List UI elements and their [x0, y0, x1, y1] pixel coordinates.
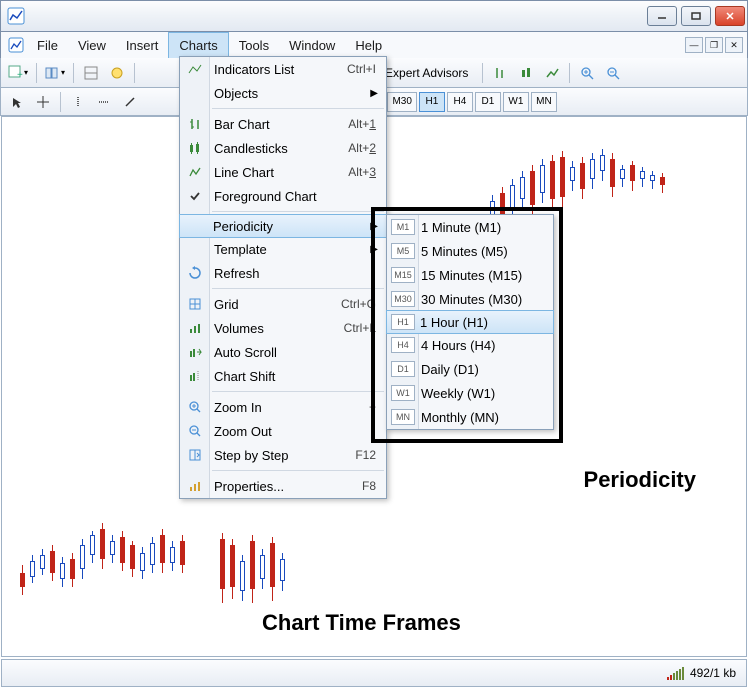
period-badge-icon: M15 [391, 267, 415, 283]
menu-file[interactable]: File [27, 32, 68, 58]
mdi-minimize-button[interactable]: — [685, 37, 703, 53]
submenu-arrow-icon: ▶ [370, 88, 386, 99]
titlebar [0, 0, 748, 32]
status-traffic: 492/1 kb [690, 666, 736, 680]
menu-charts[interactable]: Charts [168, 32, 228, 58]
cursor-tool-button[interactable] [5, 90, 29, 114]
mdi-restore-button[interactable]: ❐ [705, 37, 723, 53]
bar-chart-toolbar-button[interactable] [488, 61, 512, 85]
period-m5[interactable]: M55 Minutes (M5) [387, 239, 553, 263]
period-m1[interactable]: M11 Minute (M1) [387, 215, 553, 239]
mdi-close-button[interactable]: ✕ [725, 37, 743, 53]
close-button[interactable] [715, 6, 745, 26]
charts-menu-dropdown: Indicators List Ctrl+I Objects ▶ Bar Cha… [179, 56, 387, 499]
crosshair-tool-button[interactable] [31, 90, 55, 114]
maximize-button[interactable] [681, 6, 711, 26]
period-badge-icon: MN [391, 409, 415, 425]
menu-indicators-list[interactable]: Indicators List Ctrl+I [180, 57, 386, 81]
timeframe-m30-button[interactable]: M30 [387, 92, 416, 112]
new-chart-button[interactable]: +▾ [5, 61, 31, 85]
submenu-arrow-icon: ▶ [370, 221, 386, 232]
menu-window[interactable]: Window [279, 32, 345, 58]
period-badge-icon: M30 [391, 291, 415, 307]
menu-insert[interactable]: Insert [116, 32, 169, 58]
menu-periodicity[interactable]: Periodicity ▶ [179, 214, 387, 238]
period-d1[interactable]: D1Daily (D1) [387, 357, 553, 381]
profiles-button[interactable]: ▾ [42, 61, 68, 85]
annotation-periodicity: Periodicity [584, 467, 696, 493]
auto-scroll-icon [186, 343, 204, 361]
zoom-in-icon [186, 398, 204, 416]
line-chart-icon [186, 163, 204, 181]
menu-help[interactable]: Help [345, 32, 392, 58]
timeframe-h1-button[interactable]: H1 [419, 92, 445, 112]
timeframe-w1-button[interactable]: W1 [503, 92, 529, 112]
menu-zoom-in[interactable]: Zoom In + [180, 395, 386, 419]
grid-icon [186, 295, 204, 313]
menu-view[interactable]: View [68, 32, 116, 58]
timeframe-mn-button[interactable]: MN [531, 92, 557, 112]
expert-advisors-label: Expert Advisors [379, 66, 474, 80]
annotation-chart-time-frames: Chart Time Frames [262, 610, 461, 636]
menu-properties[interactable]: Properties... F8 [180, 474, 386, 498]
checkmark-icon [186, 187, 204, 205]
period-badge-icon: D1 [391, 361, 415, 377]
period-h4[interactable]: H44 Hours (H4) [387, 333, 553, 357]
menu-template[interactable]: Template ▶ [180, 237, 386, 261]
period-mn[interactable]: MNMonthly (MN) [387, 405, 553, 429]
zoom-out-button[interactable] [601, 61, 625, 85]
data-window-button[interactable] [105, 61, 129, 85]
period-badge-icon: H4 [391, 337, 415, 353]
zoom-in-button[interactable] [575, 61, 599, 85]
zoom-out-icon [186, 422, 204, 440]
submenu-arrow-icon: ▶ [370, 244, 386, 255]
menu-refresh[interactable]: Refresh [180, 261, 386, 285]
line-chart-toolbar-button[interactable] [540, 61, 564, 85]
menu-volumes[interactable]: Volumes Ctrl+L [180, 316, 386, 340]
periodicity-submenu: M11 Minute (M1)M55 Minutes (M5)M1515 Min… [386, 214, 554, 430]
menu-foreground-chart[interactable]: Foreground Chart [180, 184, 386, 208]
app-icon [7, 7, 25, 25]
menu-step-by-step[interactable]: Step by Step F12 [180, 443, 386, 467]
indicators-icon [186, 60, 204, 78]
step-icon [186, 446, 204, 464]
timeframe-d1-button[interactable]: D1 [475, 92, 501, 112]
period-m15[interactable]: M1515 Minutes (M15) [387, 263, 553, 287]
menu-objects[interactable]: Objects ▶ [180, 81, 386, 105]
menu-grid[interactable]: Grid Ctrl+G [180, 292, 386, 316]
menu-chart-shift[interactable]: Chart Shift [180, 364, 386, 388]
market-watch-button[interactable] [79, 61, 103, 85]
volumes-icon [186, 319, 204, 337]
statusbar: 492/1 kb [1, 659, 747, 687]
candles-toolbar-button[interactable] [514, 61, 538, 85]
menu-candlesticks[interactable]: Candlesticks Alt+2 [180, 136, 386, 160]
period-h1[interactable]: H11 Hour (H1) [386, 310, 554, 334]
bar-chart-icon [186, 115, 204, 133]
menu-zoom-out[interactable]: Zoom Out [180, 419, 386, 443]
period-w1[interactable]: W1Weekly (W1) [387, 381, 553, 405]
properties-icon [186, 477, 204, 495]
period-badge-icon: M5 [391, 243, 415, 259]
timeframe-h4-button[interactable]: H4 [447, 92, 473, 112]
chart-shift-icon [186, 367, 204, 385]
period-badge-icon: M1 [391, 219, 415, 235]
candlesticks-icon [186, 139, 204, 157]
app-menu-icon [5, 32, 27, 58]
horizontal-line-button[interactable] [92, 90, 116, 114]
menu-tools[interactable]: Tools [229, 32, 279, 58]
period-m30[interactable]: M3030 Minutes (M30) [387, 287, 553, 311]
vertical-line-button[interactable] [66, 90, 90, 114]
menubar: FileViewInsertChartsToolsWindowHelp — ❐ … [0, 32, 748, 58]
menu-auto-scroll[interactable]: Auto Scroll [180, 340, 386, 364]
period-badge-icon: H1 [391, 314, 415, 330]
menu-bar-chart[interactable]: Bar Chart Alt+1 [180, 112, 386, 136]
svg-text:+: + [17, 70, 23, 81]
minimize-button[interactable] [647, 6, 677, 26]
refresh-icon [186, 264, 204, 282]
connection-signal-icon [667, 666, 684, 680]
trendline-button[interactable] [118, 90, 142, 114]
menu-line-chart[interactable]: Line Chart Alt+3 [180, 160, 386, 184]
period-badge-icon: W1 [391, 385, 415, 401]
